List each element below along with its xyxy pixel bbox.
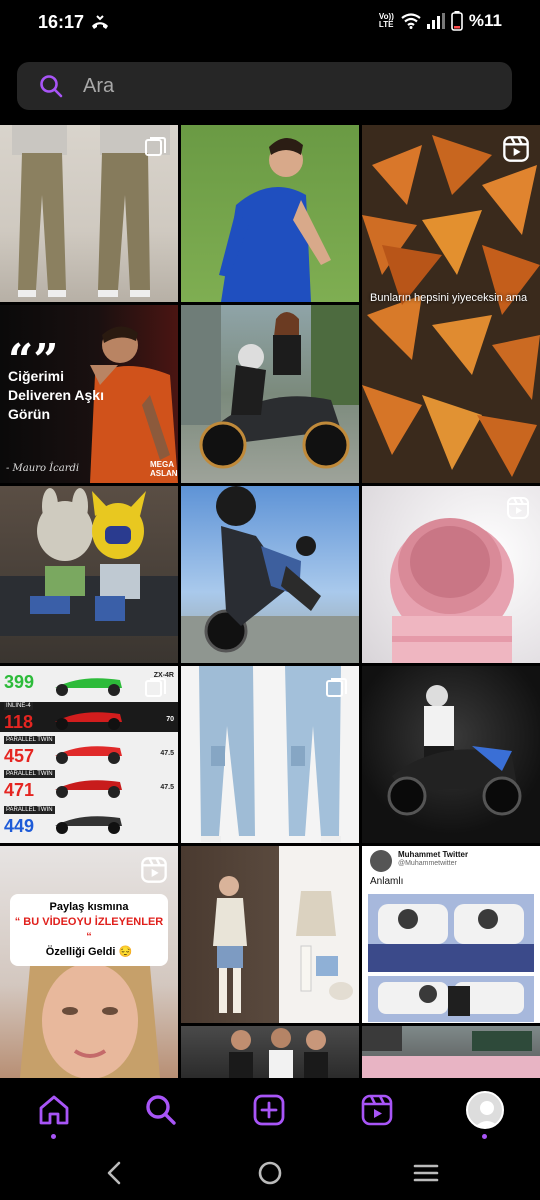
football-player-photo [219, 137, 331, 302]
profile-avatar[interactable] [466, 1091, 504, 1129]
post-tile-moto-specs[interactable]: 399 ZX-4R INLINE-4 118 70 PARALLEL TWIN … [0, 666, 178, 843]
bottom-nav [0, 1078, 540, 1146]
signal-icon [426, 13, 445, 29]
create-icon[interactable] [251, 1092, 287, 1128]
system-nav-bar [0, 1146, 540, 1200]
search-nav-icon[interactable] [143, 1092, 179, 1128]
post-tile-group-photo[interactable] [181, 1026, 359, 1078]
reels-icon[interactable] [359, 1092, 395, 1128]
tweet-card: Muhammet Twitter @Muhammetwitter Anlamlı [362, 846, 540, 1023]
search-icon [40, 75, 63, 98]
search-input[interactable] [83, 62, 493, 110]
spec-row: PARALLEL TWIN 457 47.5 [4, 736, 174, 766]
post-tile-motorcycle-girl[interactable] [181, 305, 359, 483]
home-icon[interactable] [36, 1092, 72, 1128]
profile-indicator-dot [482, 1134, 487, 1139]
back-icon[interactable] [100, 1158, 130, 1188]
street-photo [362, 1026, 540, 1078]
quote-signature: - Mauro İcardi [6, 463, 80, 474]
battery-icon [451, 11, 463, 31]
wifi-icon [401, 13, 421, 29]
kids-photo [0, 488, 178, 636]
post-tile-jeans[interactable] [181, 666, 359, 843]
recents-icon[interactable] [411, 1158, 441, 1188]
tweet-text: Anlamlı [370, 876, 404, 887]
volte-indicator: Vo)) LTE [378, 12, 394, 29]
post-tile-street[interactable] [362, 1026, 540, 1078]
post-tile-text-reel[interactable]: Paylaş kısmına “ BU VİDEOYU İZLEYENLER “… [0, 846, 178, 1078]
post-tile-bmw-bike[interactable] [362, 666, 540, 843]
motorcycle-photo [181, 305, 359, 469]
reels-badge-icon [141, 857, 167, 883]
battery-percent: %11 [468, 11, 502, 30]
post-tile-tweet[interactable]: Muhammet Twitter @Muhammetwitter Anlamlı [362, 846, 540, 1023]
spec-row: PARALLEL TWIN 471 47.5 [4, 770, 174, 800]
carousel-badge-icon [145, 678, 166, 697]
bmw-bike-photo [387, 685, 522, 816]
post-tile-outfit[interactable] [181, 846, 359, 1023]
quote-text: Ciğerimi Deliveren Aşkı Görün [8, 368, 104, 422]
stunt-bike-photo [181, 486, 359, 663]
reel-text-card: Paylaş kısmına “ BU VİDEOYU İZLEYENLER “… [10, 894, 168, 966]
search-bar[interactable] [17, 62, 512, 110]
home-indicator-dot [51, 1134, 56, 1139]
status-bar: 16:17 Vo)) LTE %11 [0, 0, 540, 48]
tweet-handle: @Muhammetwitter [398, 860, 457, 867]
profile-avatar-icon [474, 1101, 500, 1127]
tweet-avatar [370, 850, 392, 872]
chips-photo [362, 135, 540, 477]
post-tile-stunt-bike[interactable] [181, 486, 359, 663]
spec-row: PARALLEL TWIN 449 [0, 806, 178, 836]
status-indicators: Vo)) LTE %11 [379, 11, 502, 31]
post-tile-eraser-reel[interactable] [362, 486, 540, 663]
reels-badge-icon [503, 136, 529, 162]
comic-image [368, 894, 534, 1022]
carousel-badge-icon [145, 137, 166, 156]
post-tile-quote[interactable]: “” Ciğerimi Deliveren Aşkı Görün - Mauro… [0, 305, 178, 483]
status-time: 16:17 [38, 12, 85, 32]
outfit-photo [213, 876, 353, 1013]
explore-grid: Bunların hepsini yiyeceksin ama “” Ciğer… [0, 125, 540, 1078]
post-tile-football-player[interactable] [181, 125, 359, 302]
tweet-name: Muhammet Twitter [398, 850, 469, 859]
post-tile-chips-reel[interactable]: Bunların hepsini yiyeceksin ama [362, 125, 540, 483]
group-photo [229, 1028, 328, 1078]
chips-caption: Bunların hepsini yiyeceksin ama [370, 292, 528, 304]
post-tile-cargo-pants[interactable] [0, 125, 178, 302]
mega-aslan-label: MEGA ASLAN [150, 460, 178, 478]
carousel-badge-icon [326, 678, 347, 697]
post-tile-kids-costumes[interactable] [0, 486, 178, 663]
missed-call-icon [92, 15, 108, 29]
spec-row: INLINE-4 118 70 [0, 702, 178, 732]
reels-badge-icon [507, 497, 529, 519]
home-button-icon[interactable] [255, 1158, 285, 1188]
